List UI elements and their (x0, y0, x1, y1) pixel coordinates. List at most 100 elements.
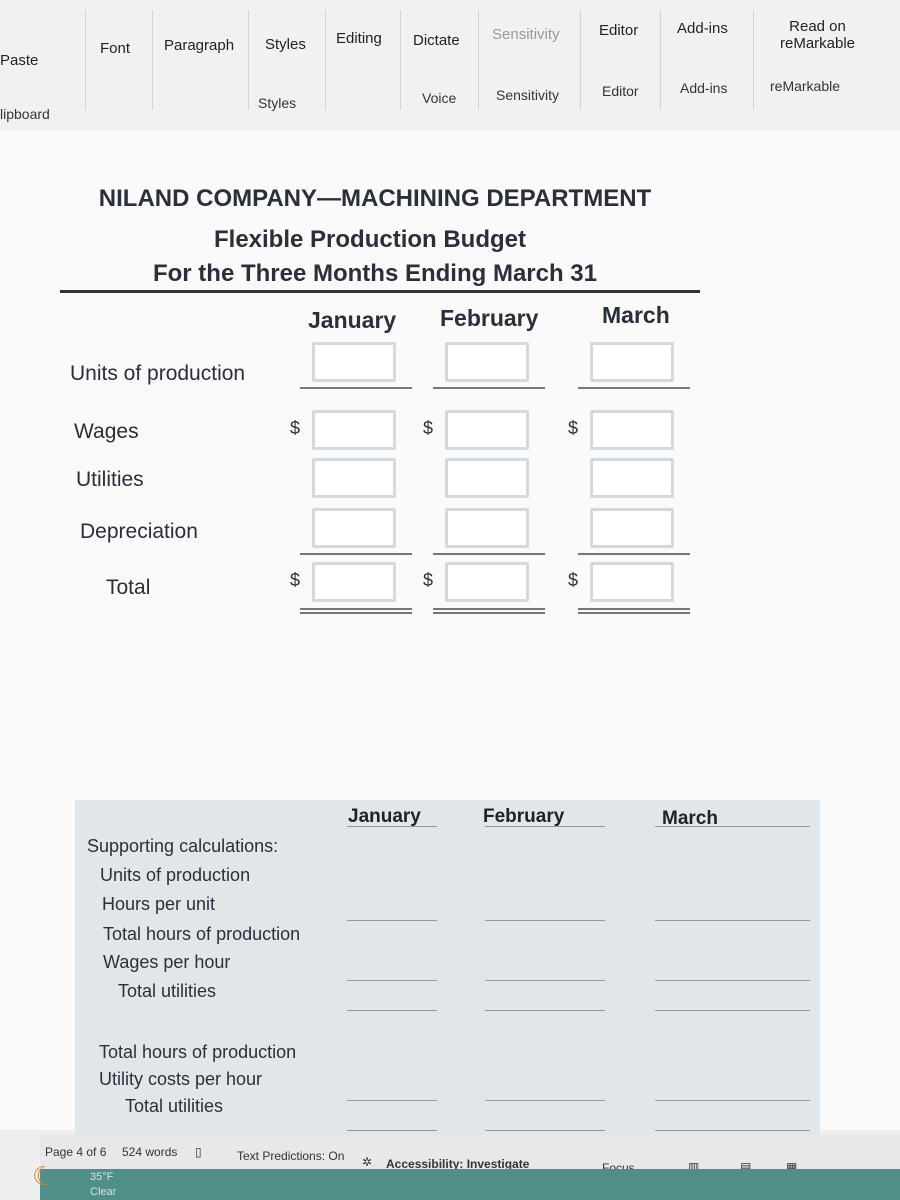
budget-title: Flexible Production Budget (213, 226, 526, 253)
supp-item: Hours per unit (102, 894, 216, 914)
proofing-icon[interactable]: ▯ (195, 1145, 202, 1159)
answer-line[interactable] (485, 1130, 605, 1131)
answer-line[interactable] (485, 980, 605, 981)
company-title: NILAND COMPANY—MACHINING DEPARTMENT (98, 185, 652, 212)
sensitivity-button[interactable]: Sensitivity (492, 26, 560, 43)
editing-button[interactable]: Editing (336, 30, 382, 47)
header-march: March (602, 302, 670, 328)
paragraph-button[interactable]: Paragraph (164, 37, 234, 54)
wages-february-input[interactable] (445, 410, 529, 450)
units-march-input[interactable] (590, 342, 674, 382)
weather-condition[interactable]: Clear (90, 1186, 116, 1198)
supp-item: Total utilities (118, 981, 217, 1001)
answer-line[interactable] (485, 920, 605, 921)
depreciation-january-input[interactable] (312, 508, 396, 548)
rule (433, 553, 545, 555)
supp-header-february: February (483, 806, 565, 827)
answer-line[interactable] (347, 826, 437, 827)
status-bar: Page 4 of 6 524 words ▯ Text Predictions… (40, 1135, 900, 1175)
depreciation-march-input[interactable] (590, 508, 674, 548)
double-rule (300, 612, 412, 614)
sensitivity-group-label: Sensitivity (496, 87, 560, 103)
total-march-input[interactable] (590, 562, 674, 602)
styles-group-label: Styles (258, 95, 297, 111)
row-label-depreciation: Depreciation (80, 520, 198, 543)
period-title: For the Three Months Ending March 31 (152, 260, 598, 287)
row-label-utilities: Utilities (76, 468, 144, 491)
remarkable-group-label: reMarkable (770, 78, 841, 94)
utilities-january-input[interactable] (312, 458, 396, 498)
double-rule (433, 612, 545, 614)
supporting-calculations: January February March Supporting calcul… (75, 800, 820, 1140)
rule (300, 387, 412, 389)
depreciation-february-input[interactable] (445, 508, 529, 548)
answer-line[interactable] (485, 1100, 605, 1101)
rule (433, 387, 545, 389)
answer-line[interactable] (485, 826, 605, 827)
row-label-units: Units of production (70, 362, 246, 385)
answer-line[interactable] (347, 1100, 437, 1101)
utilities-february-input[interactable] (445, 458, 529, 498)
supp-item: Total hours of production (103, 924, 301, 944)
currency-symbol: $ (423, 418, 434, 438)
rule (578, 553, 690, 555)
text-predictions[interactable]: Text Predictions: On (237, 1149, 344, 1163)
rule (300, 553, 412, 555)
answer-line[interactable] (347, 1010, 437, 1011)
supp-item: Units of production (100, 865, 251, 885)
total-january-input[interactable] (312, 562, 396, 602)
weather-temp[interactable]: 35°F (90, 1171, 113, 1183)
ribbon: Paste lipboard Font Paragraph Styles Sty… (0, 0, 900, 131)
voice-group-label: Voice (422, 90, 457, 106)
supp-heading: Supporting calculations: (87, 836, 279, 856)
currency-symbol: $ (423, 570, 434, 590)
answer-line[interactable] (655, 1130, 810, 1131)
wages-march-input[interactable] (590, 410, 674, 450)
answer-line[interactable] (485, 1010, 605, 1011)
moon-icon: ☾ (32, 1161, 56, 1191)
accessibility-icon: ✲ (362, 1155, 373, 1169)
clipboard-group-label: lipboard (0, 106, 50, 122)
supp-item: Utility costs per hour (99, 1069, 263, 1089)
units-january-input[interactable] (312, 342, 396, 382)
row-label-wages: Wages (74, 420, 139, 443)
double-rule (578, 608, 690, 610)
rule (578, 387, 690, 389)
read-on-remarkable-button[interactable]: Read on reMarkable (780, 18, 855, 52)
word-count[interactable]: 524 words (122, 1145, 177, 1159)
remarkable-label: reMarkable (780, 35, 856, 52)
answer-line[interactable] (655, 1100, 810, 1101)
row-label-total: Total (106, 576, 151, 599)
font-button[interactable]: Font (100, 40, 130, 57)
supp-item: Total hours of production (99, 1042, 297, 1062)
answer-line[interactable] (347, 980, 437, 981)
double-rule (578, 612, 690, 614)
total-february-input[interactable] (445, 562, 529, 602)
editor-group-label: Editor (602, 83, 639, 99)
answer-line[interactable] (655, 826, 810, 827)
answer-line[interactable] (655, 920, 810, 921)
header-january: January (308, 307, 397, 333)
dictate-button[interactable]: Dictate (413, 32, 460, 49)
styles-button[interactable]: Styles (265, 36, 306, 53)
currency-symbol: $ (290, 418, 301, 438)
answer-line[interactable] (347, 1130, 437, 1131)
page-count[interactable]: Page 4 of 6 (45, 1145, 106, 1159)
header-february: February (440, 305, 539, 331)
currency-symbol: $ (290, 570, 301, 590)
supp-header-january: January (348, 806, 421, 827)
wages-january-input[interactable] (312, 410, 396, 450)
taskbar: ☾ 35°F Clear (32, 1161, 900, 1200)
editor-button[interactable]: Editor (599, 22, 638, 39)
units-february-input[interactable] (445, 342, 529, 382)
currency-symbol: $ (568, 570, 579, 590)
utilities-march-input[interactable] (590, 458, 674, 498)
read-on-label: Read on (789, 18, 846, 35)
answer-line[interactable] (655, 1010, 810, 1011)
addins-button[interactable]: Add-ins (677, 20, 728, 37)
paste-button[interactable]: Paste (0, 52, 38, 69)
supp-item: Wages per hour (103, 952, 231, 972)
answer-line[interactable] (347, 920, 437, 921)
answer-line[interactable] (655, 980, 810, 981)
supp-item: Total utilities (125, 1096, 224, 1116)
